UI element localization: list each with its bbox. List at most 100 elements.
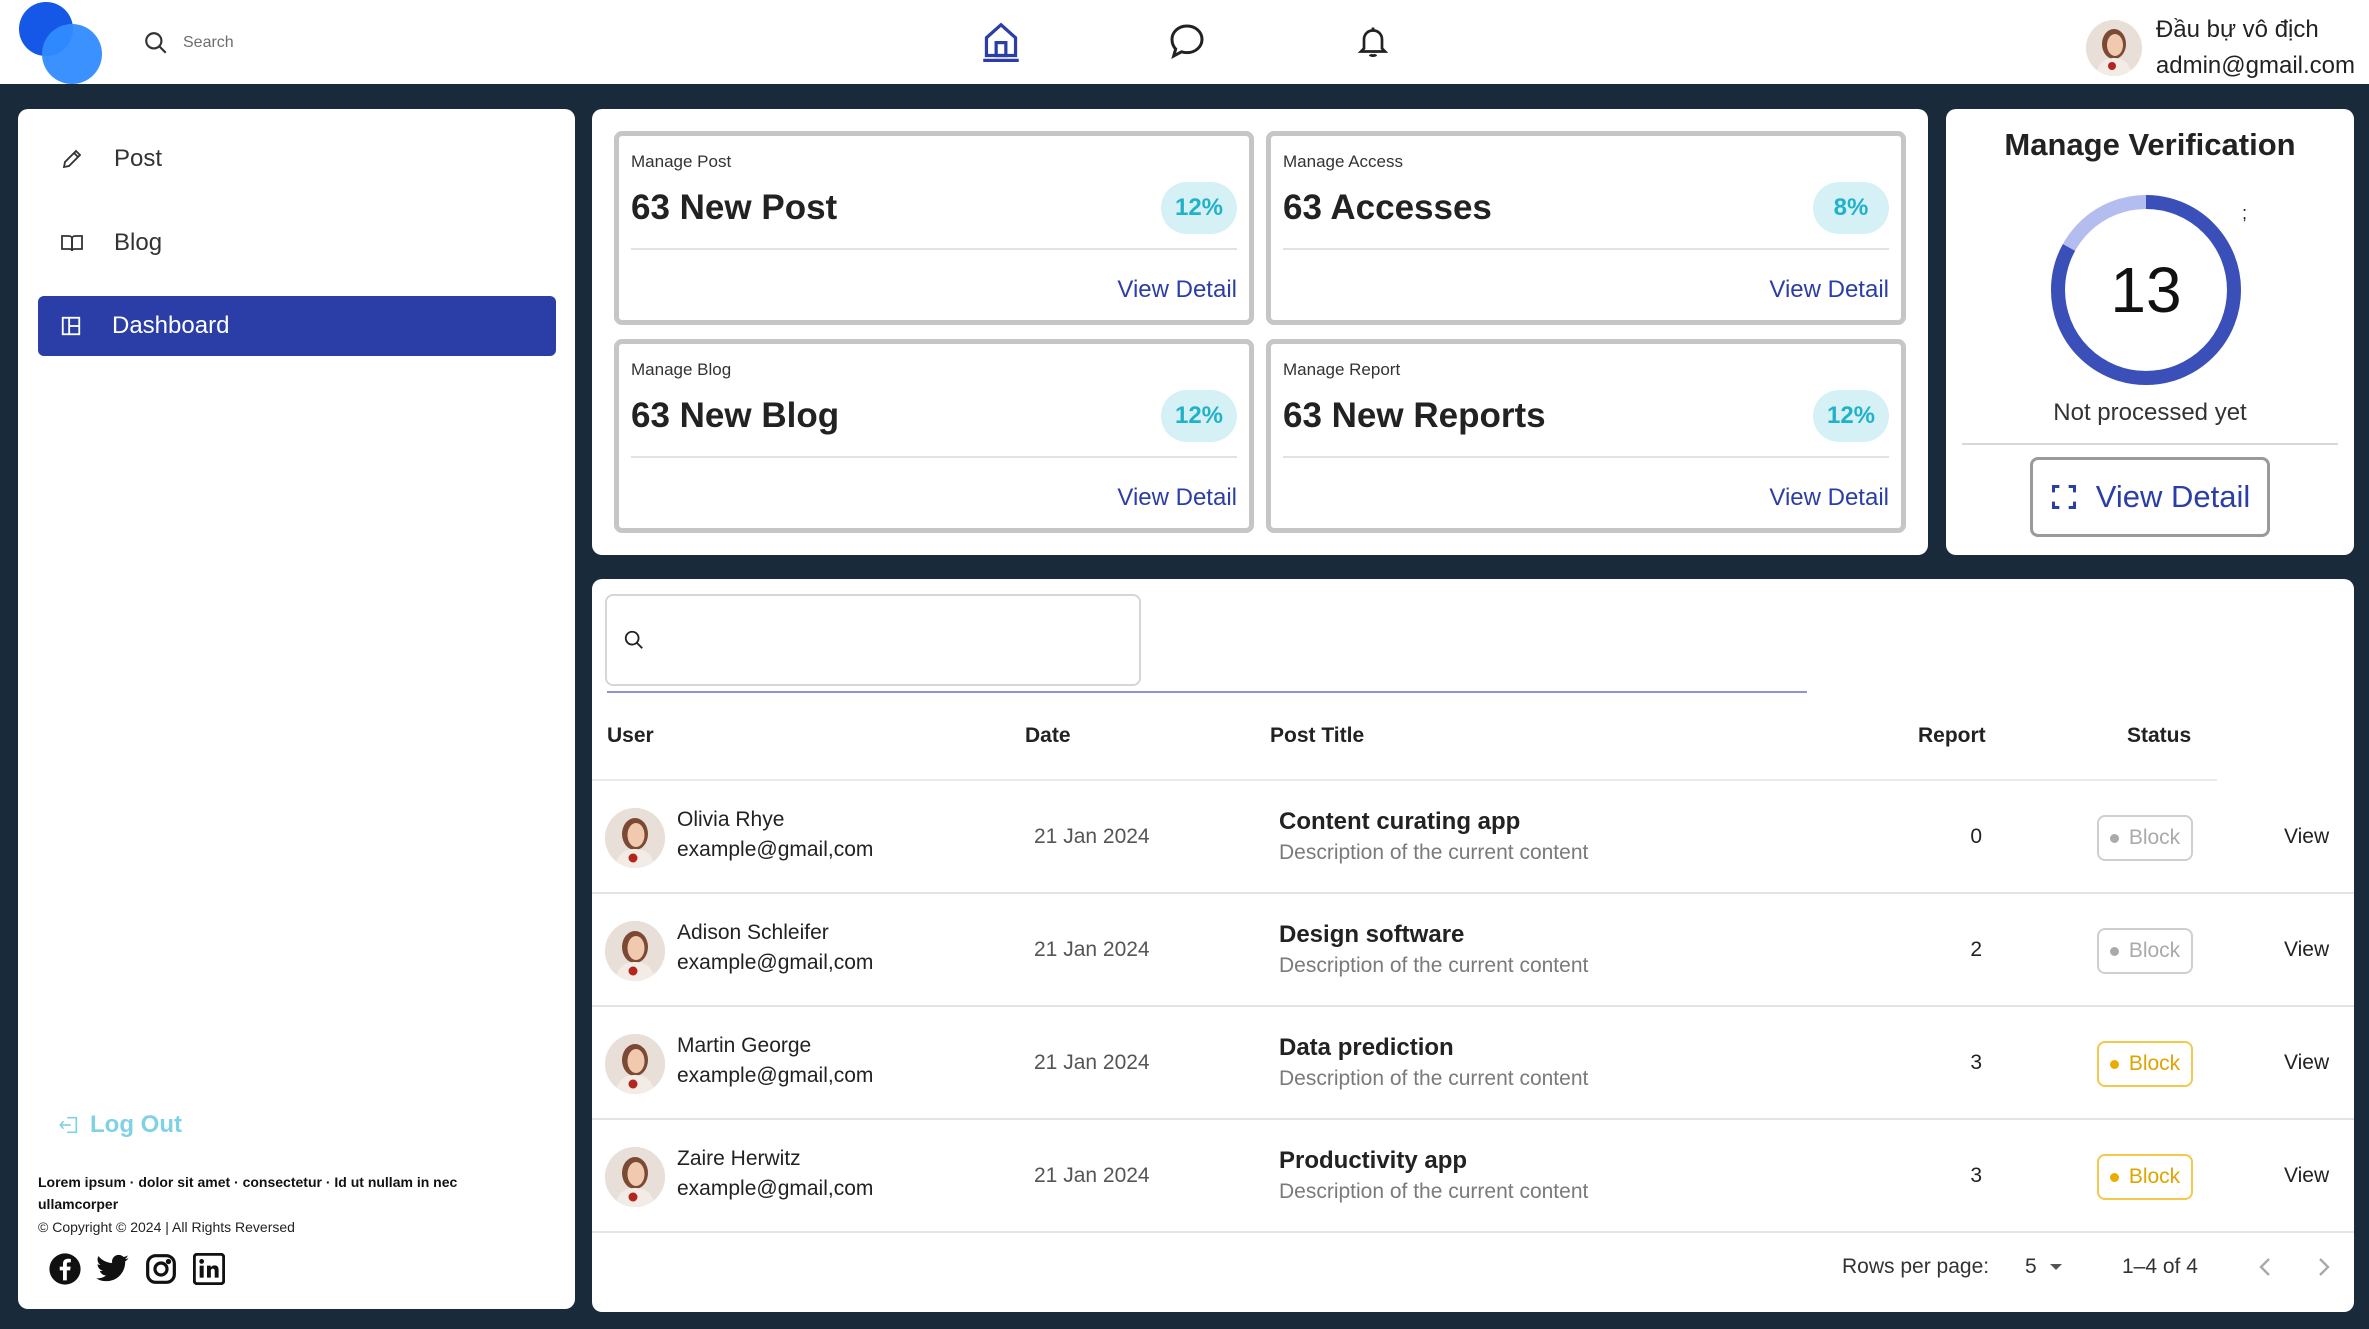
status-label: Block (2128, 1165, 2181, 1188)
status-block-button[interactable]: Block (2097, 1154, 2193, 1200)
user-email: admin@gmail.com (2155, 52, 2355, 79)
logout-label: Log Out (90, 1111, 182, 1138)
card-manage-access: Manage Access 63 Accesses 8% View Detail (1266, 131, 1906, 325)
next-page-button[interactable] (2316, 1255, 2332, 1279)
card-label: Manage Report (1283, 360, 1401, 379)
chat-nav-button[interactable] (1164, 18, 1210, 64)
table-search[interactable] (605, 594, 1141, 686)
column-header-user[interactable]: User (607, 724, 654, 748)
facebook-icon[interactable] (48, 1252, 82, 1286)
user-email: example@gmail,com (677, 1064, 874, 1087)
chevron-right-icon (2319, 1258, 2330, 1276)
instagram-icon[interactable] (144, 1252, 178, 1286)
status-block-button[interactable]: Block (2097, 1041, 2193, 1087)
prev-page-button[interactable] (2257, 1255, 2273, 1279)
post-description: Description of the current content (1279, 954, 1589, 977)
post-title: Productivity app (1279, 1147, 1468, 1174)
avatar (605, 921, 665, 981)
column-header-status[interactable]: Status (2127, 724, 2191, 748)
post-title: Design software (1279, 921, 1465, 948)
card-divider (1283, 248, 1889, 250)
verification-view-detail-button[interactable]: View Detail (2030, 457, 2270, 537)
footer-text: Lorem ipsum · dolor sit amet · consectet… (38, 1174, 458, 1212)
caret-down-icon (2049, 1264, 2062, 1270)
card-value: 63 New Post (631, 188, 838, 227)
header-search[interactable]: Search (143, 28, 234, 58)
post-title: Content curating app (1279, 808, 1521, 835)
report-count: 0 (1970, 825, 1982, 848)
user-name: Zaire Herwitz (677, 1147, 801, 1170)
card-badge: 8% (1813, 182, 1889, 234)
user-name: Đầu bự vô địch (2155, 16, 2319, 43)
reports-table-panel: User Date Post Title Report Status Olivi… (592, 579, 2354, 1312)
view-link[interactable]: View (2284, 1164, 2329, 1188)
view-link[interactable]: View (2284, 1051, 2329, 1075)
card-value: 63 New Reports (1283, 396, 1546, 435)
user-profile[interactable]: Đầu bự vô địch admin@gmail.com (2085, 12, 2355, 84)
avatar (605, 1147, 665, 1207)
post-description: Description of the current content (1279, 1180, 1589, 1203)
view-detail-link[interactable]: View Detail (1769, 276, 1889, 304)
view-link[interactable]: View (2284, 825, 2329, 849)
sidebar-item-post[interactable]: Post (38, 129, 556, 189)
verification-count: 13 (2110, 254, 2182, 326)
table-row: Martin George example@gmail,com 21 Jan 202… (592, 1007, 2354, 1120)
user-name: Adison Schleifer (677, 921, 829, 944)
column-header-report[interactable]: Report (1918, 724, 1986, 748)
card-label: Manage Post (631, 152, 732, 171)
status-dot (2109, 1059, 2119, 1069)
search-underline (607, 691, 1807, 693)
chat-icon (1170, 24, 1204, 59)
social-links (48, 1252, 226, 1286)
row-date: 21 Jan 2024 (1034, 825, 1150, 848)
header-search-placeholder[interactable]: Search (183, 34, 234, 52)
verification-mark: ; (2242, 203, 2248, 223)
home-icon (983, 22, 1019, 62)
report-count: 2 (1970, 938, 1982, 961)
verification-progress-ring: 13 (2046, 190, 2246, 390)
sidebar: Post Blog Dashboard Log Out Lorem ipsum … (18, 109, 575, 1309)
view-detail-link[interactable]: View Detail (1117, 276, 1237, 304)
card-badge: 12% (1161, 182, 1237, 234)
view-detail-link[interactable]: View Detail (1117, 484, 1237, 512)
status-label: Block (2128, 939, 2181, 962)
bell-icon (1357, 27, 1389, 57)
home-nav-button[interactable] (978, 18, 1024, 64)
row-date: 21 Jan 2024 (1034, 1164, 1150, 1187)
status-dot (2109, 833, 2119, 843)
sidebar-item-label: Blog (114, 229, 163, 256)
rows-per-page-select[interactable]: 5 (2025, 1255, 2063, 1279)
column-header-post-title[interactable]: Post Title (1270, 724, 1364, 748)
app-logo[interactable] (16, 0, 106, 84)
sidebar-item-blog[interactable]: Blog (38, 213, 556, 273)
card-badge: 12% (1161, 390, 1237, 442)
avatar (605, 1034, 665, 1094)
rows-per-page-label: Rows per page: (1842, 1255, 1990, 1278)
linkedin-icon[interactable] (192, 1252, 226, 1286)
user-name: Olivia Rhye (677, 808, 785, 831)
card-label: Manage Access (1283, 152, 1404, 171)
status-block-button[interactable]: Block (2097, 815, 2193, 861)
logout-icon (59, 1116, 78, 1134)
status-block-button[interactable]: Block (2097, 928, 2193, 974)
status-label: Block (2128, 1052, 2181, 1075)
top-bar: Search Đầu bự vô địch admin@gmail.com (0, 0, 2369, 84)
sidebar-item-dashboard[interactable]: Dashboard (38, 296, 556, 356)
twitter-icon[interactable] (96, 1252, 130, 1286)
table-search-input[interactable] (659, 610, 1139, 670)
logout-button[interactable]: Log Out (58, 1111, 182, 1139)
search-icon (624, 630, 643, 649)
post-description: Description of the current content (1279, 1067, 1589, 1090)
verification-divider (1962, 443, 2338, 445)
stats-panel: Manage Post 63 New Post 12% View Detail … (592, 109, 1928, 555)
status-dot (2109, 946, 2119, 956)
user-avatar (2085, 20, 2142, 76)
view-detail-link[interactable]: View Detail (1769, 484, 1889, 512)
column-header-date[interactable]: Date (1025, 724, 1071, 748)
sidebar-item-label: Post (114, 145, 163, 172)
notifications-nav-button[interactable] (1350, 18, 1396, 64)
view-link[interactable]: View (2284, 938, 2329, 962)
card-value: 63 Accesses (1283, 188, 1492, 227)
report-count: 3 (1970, 1164, 1982, 1187)
dashboard-icon (61, 316, 81, 336)
